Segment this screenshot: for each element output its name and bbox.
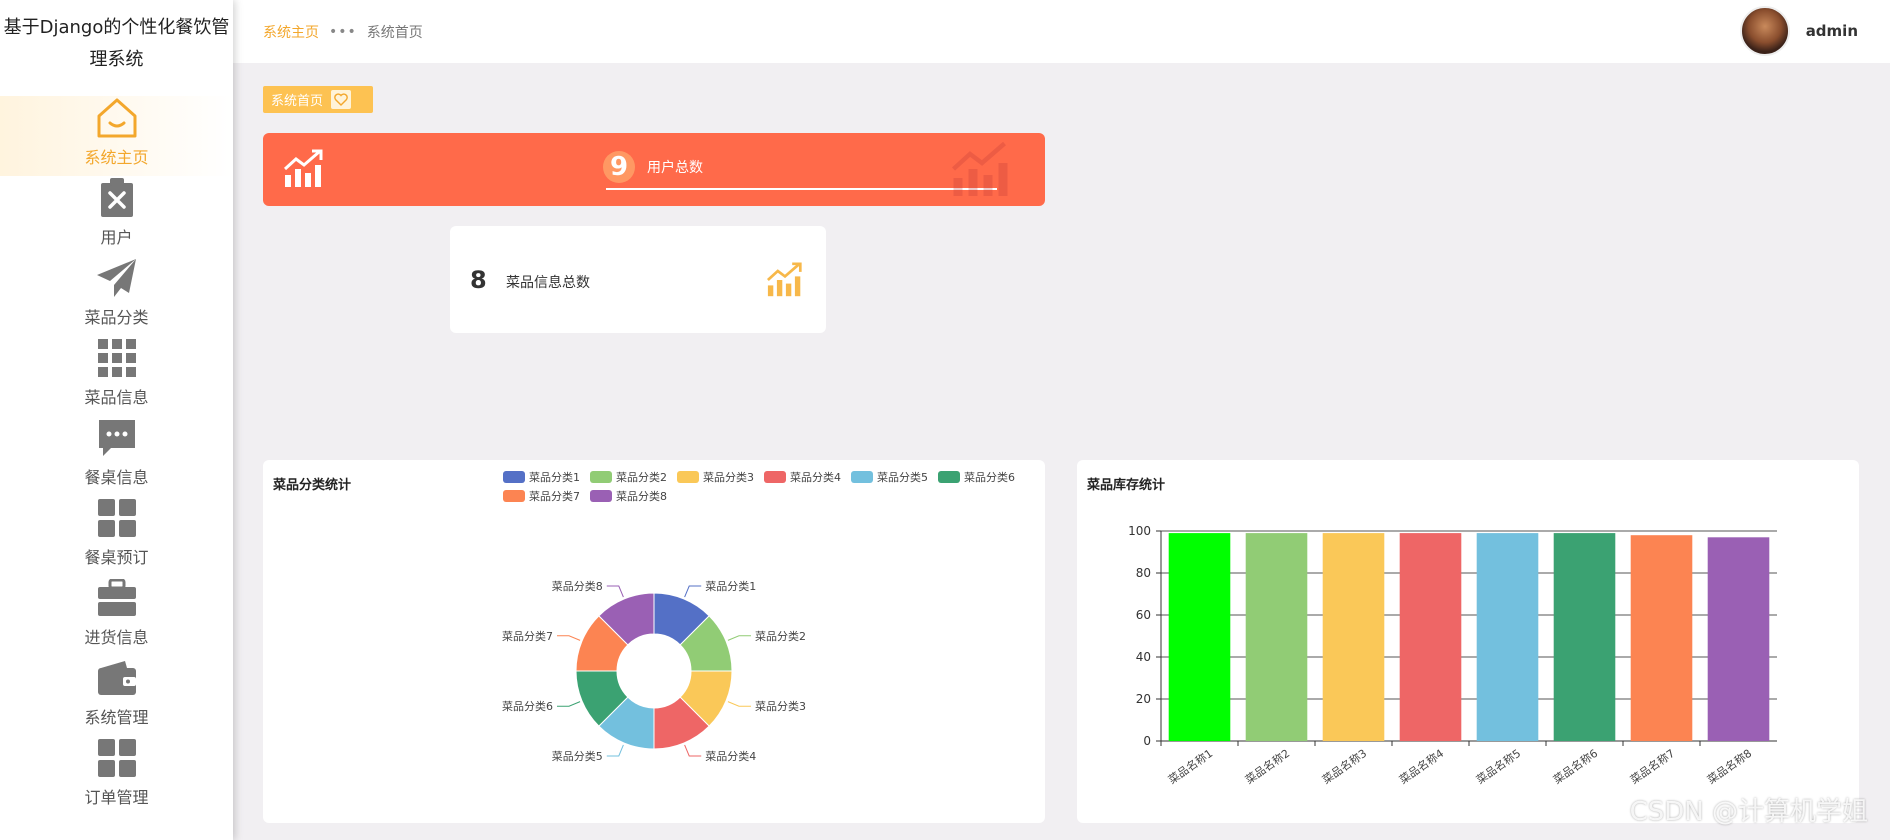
x-tick-label: 菜品名称2 bbox=[1242, 746, 1292, 787]
bar-chart: 0 20 40 60 80 100 菜品名称1 菜品名称2 菜品名称3 菜品名称4 菜品名称5 菜品名… bbox=[1128, 524, 1777, 787]
sidebar-item-label: 系统主页 bbox=[84, 148, 149, 167]
stat-card-users: 9 用户总数 bbox=[263, 133, 1045, 206]
x-tick-label: 菜品名称1 bbox=[1165, 746, 1215, 787]
pie-slice-label: 菜品分类1 bbox=[705, 579, 756, 593]
breadcrumb-current: 系统首页 bbox=[366, 24, 423, 41]
x-tick-label: 菜品名称3 bbox=[1319, 746, 1369, 787]
pie-slice-label: 菜品分类8 bbox=[552, 579, 603, 593]
pie-slice-label: 菜品分类3 bbox=[755, 699, 806, 713]
pie-slice-label: 菜品分类6 bbox=[502, 699, 553, 713]
pie-label-line bbox=[684, 744, 702, 757]
dishes-count-label: 菜品信息总数 bbox=[506, 275, 590, 291]
dishes-count: 8 bbox=[470, 266, 487, 294]
stat-card-dishes: 8 菜品信息总数 bbox=[450, 226, 826, 333]
x-tick-label: 菜品名称8 bbox=[1704, 746, 1754, 787]
pie-label-line bbox=[727, 701, 751, 707]
four-squares-icon bbox=[94, 736, 140, 780]
y-tick-label: 80 bbox=[1136, 566, 1151, 580]
breadcrumb-separator: ••• bbox=[329, 23, 357, 40]
sidebar-item-dish-info[interactable]: 菜品信息 bbox=[0, 336, 233, 416]
sidebar-item-users[interactable]: 用户 bbox=[0, 176, 233, 256]
bar[interactable] bbox=[1553, 533, 1616, 741]
y-tick-label: 40 bbox=[1136, 650, 1151, 664]
dish-stock-chart-panel: 菜品库存统计 0 20 40 60 80 100 菜品名称1 菜品名称2 菜品名称3 菜品名称4 菜… bbox=[1077, 460, 1859, 823]
sidebar-menu: 系统主页 用户 菜品分类 菜品信息 餐桌信息 餐桌预订 进货信息 系统管理 订单… bbox=[0, 96, 233, 816]
sidebar-item-dish-category[interactable]: 菜品分类 bbox=[0, 256, 233, 336]
top-header: 系统主页 ••• 系统首页 admin bbox=[233, 0, 1890, 63]
heart-icon bbox=[331, 90, 352, 109]
sidebar-item-label: 进货信息 bbox=[84, 628, 149, 647]
trending-chart-icon bbox=[766, 262, 804, 302]
pie-label-line bbox=[606, 744, 624, 757]
bar[interactable] bbox=[1245, 533, 1308, 741]
bar[interactable] bbox=[1399, 533, 1462, 741]
sidebar-item-label: 餐桌预订 bbox=[84, 548, 149, 567]
bar[interactable] bbox=[1476, 533, 1539, 741]
pie-slice-label: 菜品分类7 bbox=[502, 629, 553, 643]
paper-plane-icon bbox=[94, 256, 140, 300]
sidebar-item-table-booking[interactable]: 餐桌预订 bbox=[0, 496, 233, 576]
wallet-icon bbox=[94, 656, 140, 700]
pie-label-line bbox=[557, 635, 581, 641]
sidebar-item-table-info[interactable]: 餐桌信息 bbox=[0, 416, 233, 496]
pie-label-line bbox=[606, 585, 624, 598]
four-squares-icon bbox=[94, 496, 140, 540]
y-tick-label: 60 bbox=[1136, 608, 1151, 622]
sidebar: 基于Django的个性化餐饮管理系统 系统主页 用户 菜品分类 菜品信息 餐桌信… bbox=[0, 0, 233, 840]
bar[interactable] bbox=[1168, 533, 1231, 741]
bar[interactable] bbox=[1707, 537, 1770, 741]
users-underline bbox=[606, 188, 997, 190]
bar[interactable] bbox=[1630, 535, 1693, 741]
sidebar-item-home[interactable]: 系统主页 bbox=[0, 96, 233, 176]
sidebar-item-label: 系统管理 bbox=[84, 708, 149, 727]
app-title: 基于Django的个性化餐饮管理系统 bbox=[3, 17, 230, 70]
bar[interactable] bbox=[1322, 533, 1385, 741]
sidebar-item-label: 菜品信息 bbox=[84, 388, 149, 407]
dish-category-chart-panel: 菜品分类统计 菜品分类1 菜品分类2 菜品分类3 菜品分类4 菜品分类5 菜品分类6 菜品分… bbox=[263, 460, 1045, 823]
page-tag[interactable]: 系统首页 bbox=[263, 86, 373, 113]
pie-label-line bbox=[727, 635, 751, 641]
x-tick-label: 菜品名称5 bbox=[1473, 746, 1523, 787]
sidebar-item-label: 订单管理 bbox=[84, 788, 149, 807]
sidebar-item-label: 菜品分类 bbox=[84, 308, 149, 327]
username[interactable]: admin bbox=[1806, 22, 1858, 40]
avatar[interactable] bbox=[1740, 6, 1790, 56]
donut-chart: 菜品分类1 菜品分类2 菜品分类3 菜品分类4 菜品分类5 菜品分类6 菜品分类7 菜品分类8 bbox=[502, 579, 806, 763]
breadcrumb-home[interactable]: 系统主页 bbox=[263, 22, 319, 42]
sidebar-item-order-management[interactable]: 订单管理 bbox=[0, 736, 233, 816]
sidebar-item-label: 餐桌信息 bbox=[84, 468, 149, 487]
y-tick-label: 20 bbox=[1136, 692, 1151, 706]
pie-label-line bbox=[684, 585, 702, 598]
trending-chart-icon bbox=[283, 149, 325, 193]
pie-slice-label: 菜品分类2 bbox=[755, 629, 806, 643]
watermark: CSDN @计算机学姐 bbox=[1629, 797, 1868, 827]
x-tick-label: 菜品名称7 bbox=[1627, 746, 1677, 787]
grid-icon bbox=[94, 336, 140, 380]
y-tick-label: 0 bbox=[1143, 734, 1151, 748]
x-tick-label: 菜品名称4 bbox=[1396, 746, 1446, 787]
y-tick-label: 100 bbox=[1128, 524, 1151, 538]
briefcase-icon bbox=[94, 576, 140, 620]
users-count: 9 bbox=[603, 151, 635, 183]
sidebar-item-purchase-info[interactable]: 进货信息 bbox=[0, 576, 233, 656]
users-count-label: 用户总数 bbox=[647, 160, 703, 176]
pie-slice-label: 菜品分类5 bbox=[552, 749, 603, 763]
pie-label-line bbox=[557, 701, 581, 707]
sidebar-item-label: 用户 bbox=[100, 228, 133, 247]
trending-chart-icon bbox=[947, 139, 1017, 203]
clipboard-x-icon bbox=[94, 176, 140, 220]
home-icon bbox=[94, 96, 140, 140]
pie-slice-label: 菜品分类4 bbox=[705, 749, 756, 763]
x-tick-label: 菜品名称6 bbox=[1550, 746, 1600, 787]
chat-bubble-icon bbox=[94, 416, 140, 460]
sidebar-item-system-management[interactable]: 系统管理 bbox=[0, 656, 233, 736]
page-tag-label: 系统首页 bbox=[271, 94, 324, 109]
